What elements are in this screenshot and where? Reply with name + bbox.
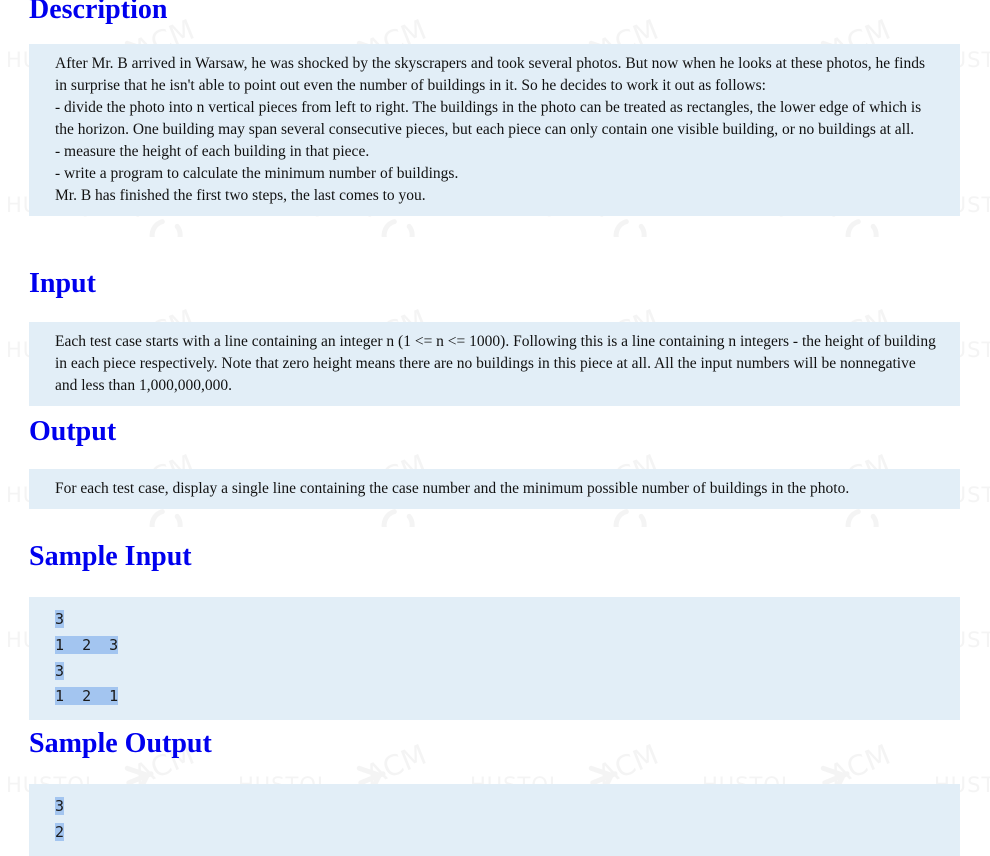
section-body-output: For each test case, display a single lin…: [29, 469, 960, 509]
sample-input-block[interactable]: 3 1 2 3 3 1 2 1: [29, 597, 960, 721]
description-paragraph: - measure the height of each building in…: [55, 143, 370, 160]
description-paragraph: After Mr. B arrived in Warsaw, he was sh…: [55, 55, 926, 94]
sample-output-block[interactable]: 3 2: [29, 784, 960, 856]
section-body-input: Each test case starts with a line contai…: [29, 322, 960, 406]
section-title-description: Description: [29, 0, 168, 25]
output-paragraph: For each test case, display a single lin…: [55, 480, 850, 497]
input-paragraph: Each test case starts with a line contai…: [55, 333, 936, 394]
section-body-description: After Mr. B arrived in Warsaw, he was sh…: [29, 44, 960, 216]
description-paragraph: - write a program to calculate the minim…: [55, 165, 459, 182]
sample-output-line: 2: [55, 822, 65, 841]
section-title-output: Output: [29, 416, 117, 447]
sample-input-line: 1 2 3: [55, 635, 119, 654]
section-title-input: Input: [29, 268, 96, 299]
sample-input-line: 3: [55, 661, 65, 680]
sample-input-line: 1 2 1: [55, 687, 119, 706]
sample-input-line: 3: [55, 610, 65, 628]
description-paragraph: - divide the photo into n vertical piece…: [55, 99, 922, 138]
section-title-sample-input: Sample Input: [29, 541, 192, 572]
description-paragraph: Mr. B has finished the first two steps, …: [55, 187, 426, 204]
section-title-sample-output: Sample Output: [29, 728, 212, 759]
sample-output-line: 3: [55, 797, 65, 815]
